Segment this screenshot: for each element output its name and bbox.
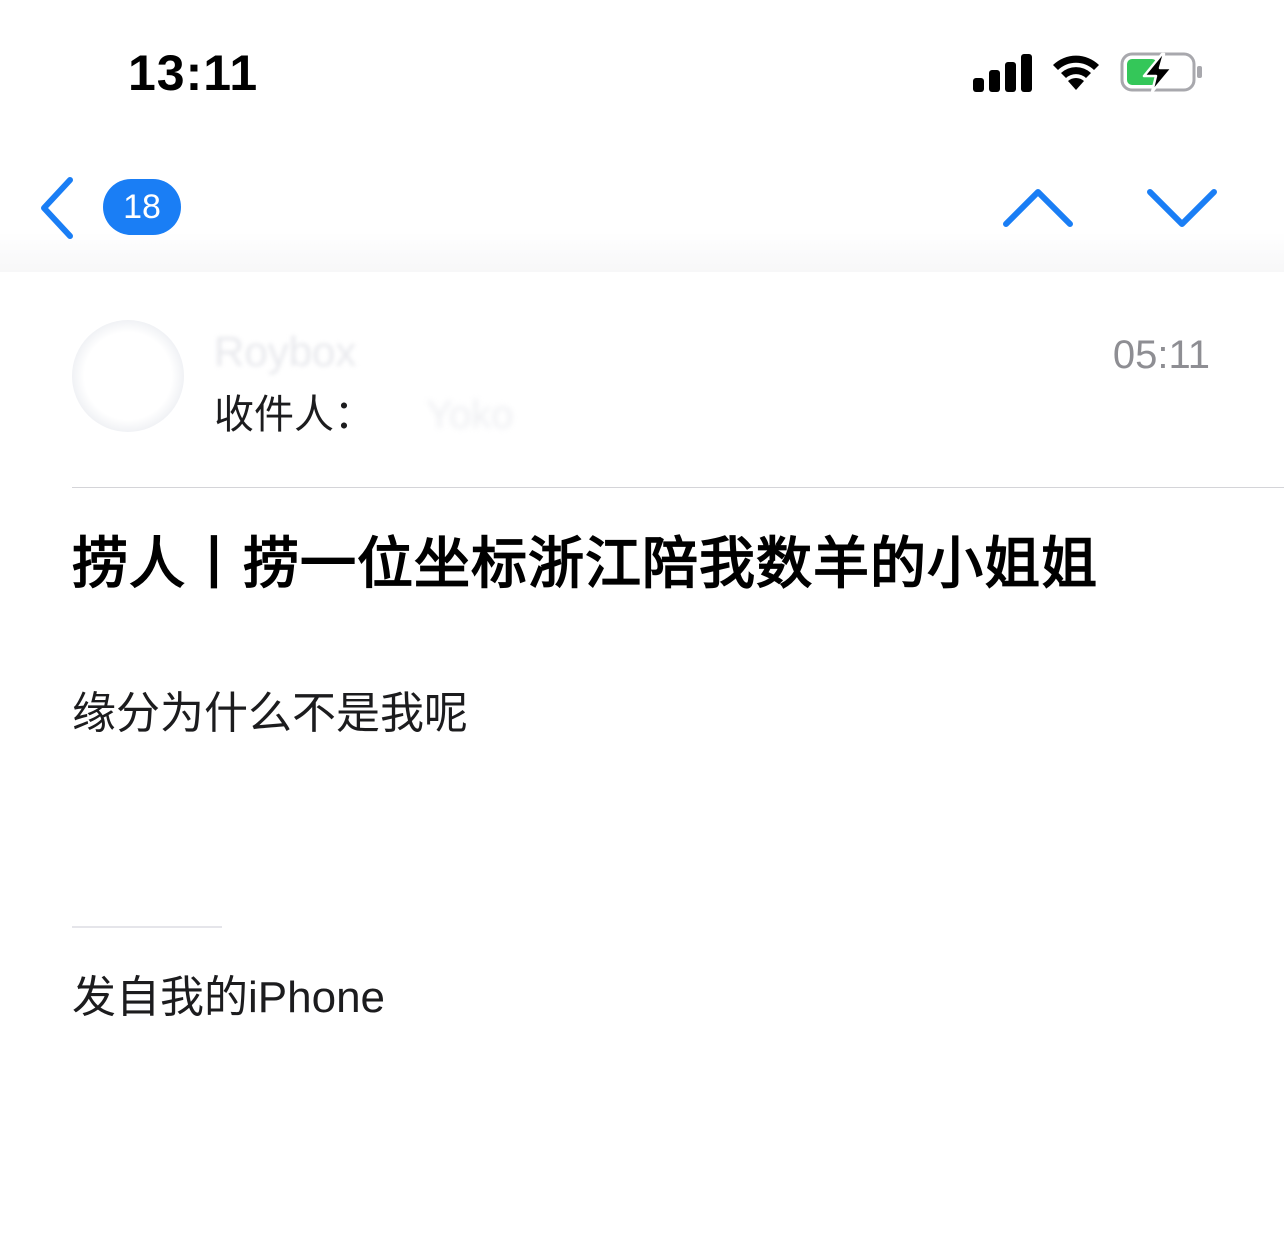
- header-divider: [72, 487, 1284, 488]
- next-message-button[interactable]: [1144, 182, 1220, 234]
- chevron-left-icon: [41, 177, 73, 239]
- recipient-row[interactable]: 收件人： Yoko: [214, 388, 514, 442]
- previous-message-button[interactable]: [1000, 182, 1076, 234]
- battery-charging-icon: [1120, 52, 1202, 94]
- recipient-label: 收件人：: [214, 393, 374, 437]
- signature-divider: [72, 926, 222, 928]
- unread-count-badge: 18: [103, 179, 181, 235]
- back-button[interactable]: 18: [30, 176, 190, 240]
- recipient-name[interactable]: Yoko: [426, 388, 514, 442]
- wifi-icon: [1053, 55, 1099, 90]
- chevron-up-icon: [1003, 189, 1073, 227]
- status-bar: 13:11: [0, 0, 1284, 140]
- message-signature: 发自我的iPhone: [72, 973, 386, 1022]
- sender-avatar[interactable]: [72, 320, 184, 432]
- message-subject: 捞人丨捞一位坐标浙江陪我数羊的小姐姐: [72, 532, 1098, 595]
- cellular-signal-icon: [973, 54, 1032, 92]
- chevron-down-icon: [1147, 189, 1217, 227]
- message-body: 缘分为什么不是我呢: [72, 689, 468, 738]
- nav-bar: 18: [0, 140, 1284, 272]
- status-icons: [968, 48, 1208, 98]
- status-time: 13:11: [128, 45, 259, 101]
- message-time: 05:11: [1112, 333, 1210, 377]
- sender-name[interactable]: Roybox: [214, 326, 356, 378]
